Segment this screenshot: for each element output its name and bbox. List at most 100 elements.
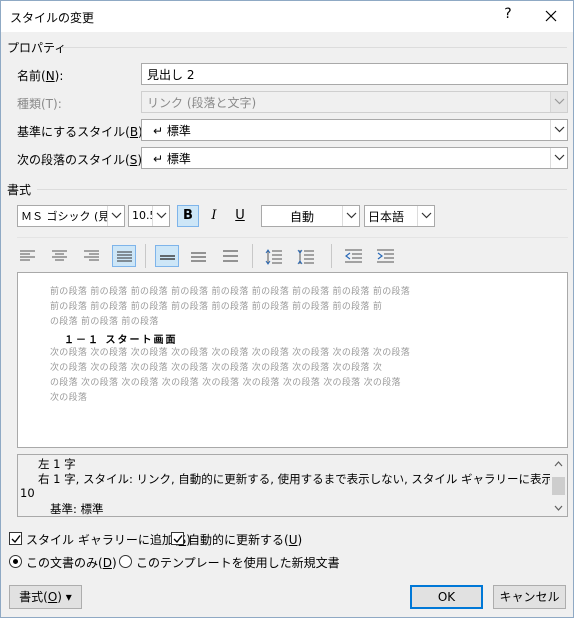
decrease-spacing-icon [297, 249, 314, 265]
new-documents-template-label[interactable]: このテンプレートを使用した新規文書 [136, 554, 340, 571]
chevron-down-icon [156, 212, 167, 219]
auto-update-label[interactable]: 自動的に更新する(U) [188, 531, 302, 548]
one-half-spacing-button[interactable] [187, 245, 211, 267]
check-icon [173, 535, 183, 544]
font-color-select[interactable]: 自動 [261, 205, 360, 227]
cancel-button[interactable]: キャンセル [493, 585, 566, 609]
language-value: 日本語 [368, 210, 405, 224]
align-right-button[interactable] [80, 245, 104, 267]
align-left-icon [20, 250, 35, 261]
scroll-down-icon[interactable] [554, 505, 563, 511]
preview-previous-paragraph: の段落 前の段落 前の段落 [50, 317, 159, 327]
align-center-button[interactable] [48, 245, 72, 267]
type-dropdown-button [550, 92, 567, 112]
preview-next-paragraph: の段落 次の段落 次の段落 次の段落 次の段落 次の段落 次の段落 次の段落 次… [50, 378, 401, 388]
increase-spacing-icon [265, 249, 282, 265]
next-style-dropdown-button[interactable] [550, 148, 567, 168]
next-style-value: ↵ 標準 [153, 152, 191, 166]
next-style-label: 次の段落のスタイル(S): [17, 153, 146, 167]
font-color-value: 自動 [289, 210, 314, 224]
add-to-gallery-checkbox[interactable] [9, 532, 22, 545]
toolbar-divider [17, 237, 568, 238]
style-description[interactable]: 左 1 字 右 1 字, スタイル: リンク, 自動的に更新する, 使用するまで… [17, 454, 568, 517]
based-on-dropdown-button[interactable] [550, 120, 567, 140]
line-spacing-single-icon [160, 255, 175, 260]
decrease-paragraph-spacing-button[interactable] [293, 245, 317, 267]
toolbar-separator [145, 244, 146, 268]
format-menu-button[interactable]: 書式(O) ▾ [9, 585, 82, 609]
chevron-down-icon [554, 98, 565, 105]
close-icon [545, 10, 557, 22]
scroll-up-icon[interactable] [554, 461, 563, 467]
underline-button[interactable]: U [229, 205, 251, 227]
based-on-label: 基準にするスタイル(B): [17, 125, 147, 139]
preview-heading: １－１ スタート画面 [64, 335, 178, 346]
type-select: リンク (段落と文字) [141, 91, 568, 113]
font-size-dropdown-button[interactable] [152, 206, 169, 226]
close-button[interactable] [538, 3, 564, 29]
line-spacing-double-icon [223, 250, 238, 262]
check-icon [11, 535, 21, 544]
description-line: 基準: 標準 [50, 502, 104, 516]
italic-button[interactable]: I [203, 205, 225, 227]
font-size-select[interactable]: 10.5 [128, 205, 170, 227]
modify-style-dialog: スタイルの変更 ? プロパティ 名前(N): 見出し 2 種類(T): リンク … [0, 0, 574, 618]
add-to-gallery-label[interactable]: スタイル ギャラリーに追加(S) [26, 531, 191, 548]
align-right-icon [84, 250, 99, 261]
auto-update-checkbox[interactable] [171, 532, 184, 545]
new-documents-template-radio[interactable] [119, 555, 132, 568]
align-left-button[interactable] [16, 245, 40, 267]
toolbar-separator [331, 244, 332, 268]
decrease-indent-icon [345, 249, 362, 263]
description-line: 右 1 字, スタイル: リンク, 自動的に更新する, 使用するまで表示しない,… [38, 472, 568, 486]
next-style-select[interactable]: ↵ 標準 [141, 147, 568, 169]
preview-next-paragraph: 次の段落 次の段落 次の段落 次の段落 次の段落 次の段落 次の段落 次の段落 … [50, 348, 411, 358]
preview-next-paragraph: 次の段落 次の段落 次の段落 次の段落 次の段落 次の段落 次の段落 次の段落 … [50, 363, 383, 373]
single-spacing-button[interactable] [155, 245, 179, 267]
chevron-down-icon [554, 126, 565, 133]
font-dropdown-button[interactable] [107, 206, 124, 226]
preview-previous-paragraph: 前の段落 前の段落 前の段落 前の段落 前の段落 前の段落 前の段落 前の段落 … [50, 302, 383, 312]
properties-divider [61, 47, 567, 48]
increase-paragraph-spacing-button[interactable] [261, 245, 285, 267]
align-justify-button[interactable] [112, 245, 136, 267]
radio-selected-dot [13, 559, 18, 564]
chevron-down-icon [554, 154, 565, 161]
style-preview: 前の段落 前の段落 前の段落 前の段落 前の段落 前の段落 前の段落 前の段落 … [17, 272, 568, 448]
help-button[interactable]: ? [501, 6, 515, 22]
based-on-value: ↵ 標準 [153, 124, 191, 138]
increase-indent-icon [377, 249, 394, 263]
align-justify-icon [117, 251, 132, 262]
only-this-document-label[interactable]: この文書のみ(D) [26, 554, 117, 571]
preview-previous-paragraph: 前の段落 前の段落 前の段落 前の段落 前の段落 前の段落 前の段落 前の段落 … [50, 287, 411, 297]
description-line: 10 [20, 486, 35, 500]
scroll-thumb[interactable] [552, 477, 565, 495]
bold-button[interactable]: B [177, 205, 199, 227]
toolbar-separator [252, 244, 253, 268]
properties-header: プロパティ [7, 41, 67, 55]
align-center-icon [52, 250, 67, 261]
window-title: スタイルの変更 [10, 11, 95, 25]
only-this-document-radio[interactable] [9, 555, 22, 568]
chevron-down-icon [111, 212, 122, 219]
language-dropdown-button[interactable] [417, 206, 434, 226]
font-value: ＭＳ ゴシック (見出 [21, 210, 121, 223]
font-color-dropdown-button[interactable] [342, 206, 359, 226]
chevron-down-icon [346, 212, 357, 219]
double-spacing-button[interactable] [219, 245, 243, 267]
language-select[interactable]: 日本語 [364, 205, 435, 227]
based-on-select[interactable]: ↵ 標準 [141, 119, 568, 141]
type-label: 種類(T): [17, 97, 62, 111]
increase-indent-button[interactable] [373, 245, 397, 267]
font-select[interactable]: ＭＳ ゴシック (見出 [17, 205, 125, 227]
format-divider [37, 189, 567, 190]
type-value: リンク (段落と文字) [147, 96, 257, 110]
chevron-down-icon [421, 212, 432, 219]
decrease-indent-button[interactable] [341, 245, 365, 267]
description-scrollbar[interactable] [550, 455, 567, 516]
name-input[interactable]: 見出し 2 [141, 63, 568, 85]
preview-next-paragraph: 次の段落 [50, 393, 88, 403]
ok-button[interactable]: OK [410, 585, 483, 609]
title-bar: スタイルの変更 ? [1, 1, 573, 32]
name-label: 名前(N): [17, 69, 64, 83]
